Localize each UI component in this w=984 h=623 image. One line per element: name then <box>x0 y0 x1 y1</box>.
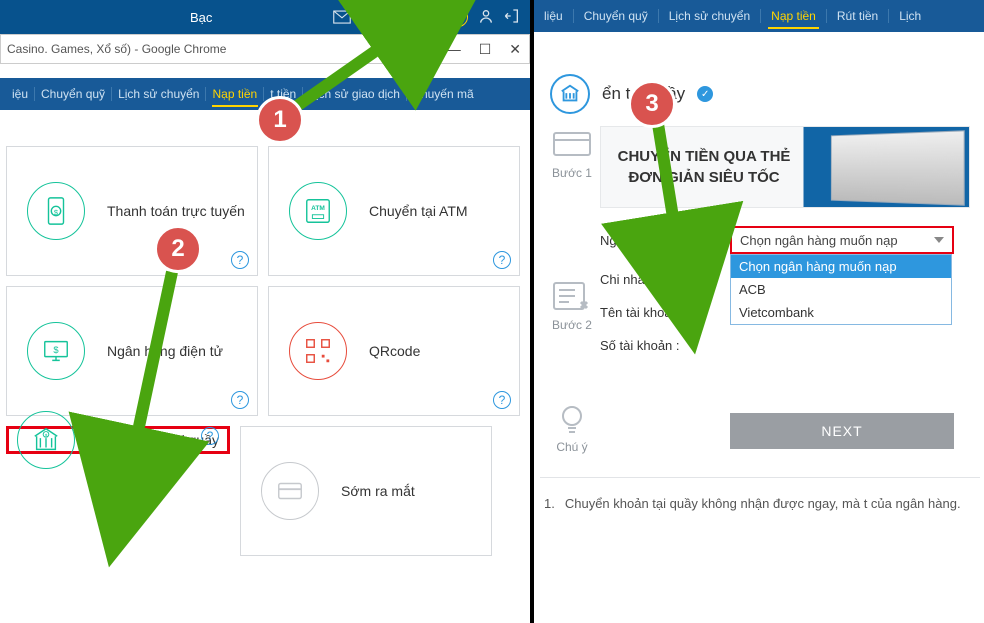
annotation-arrows <box>0 0 984 623</box>
annotation-badge-1: 1 <box>256 96 304 144</box>
annotation-badge-2: 2 <box>154 225 202 273</box>
annotation-badge-3: 3 <box>628 80 676 128</box>
